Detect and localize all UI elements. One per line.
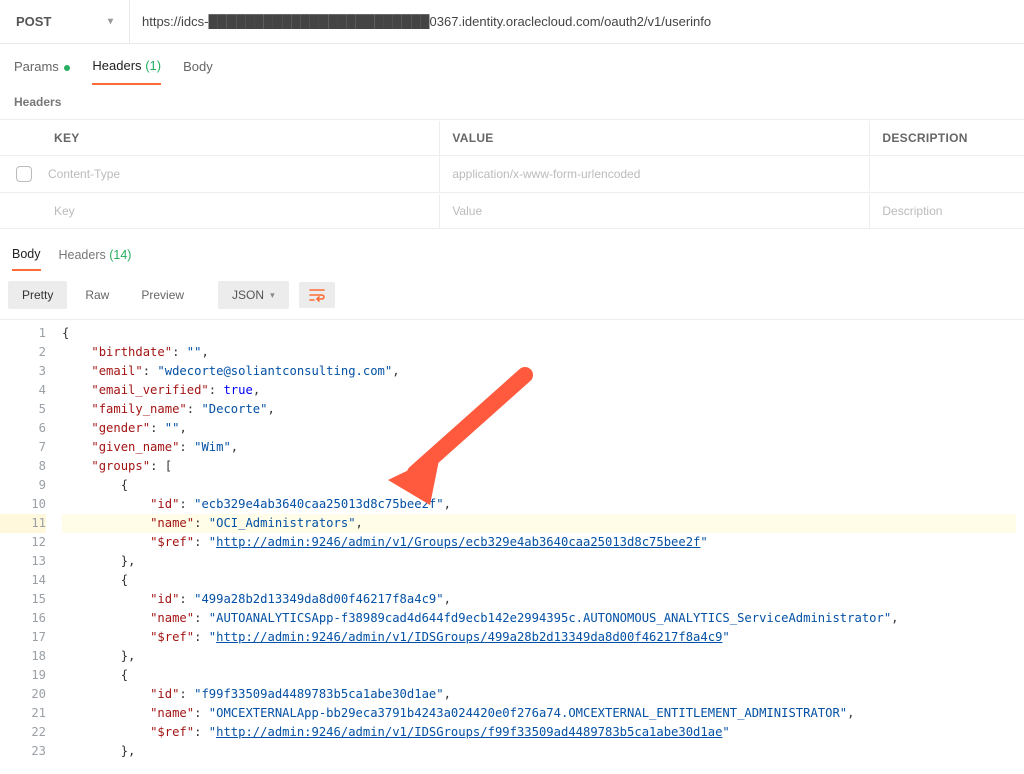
headers-section-label: Headers	[0, 85, 1024, 119]
col-description: DESCRIPTION	[870, 121, 1024, 155]
resp-tab-headers[interactable]: Headers (14)	[59, 248, 132, 270]
row-checkbox[interactable]	[16, 166, 32, 182]
request-bar: POST ▾	[0, 0, 1024, 44]
code-content[interactable]: { "birthdate": "", "email": "wdecorte@so…	[54, 320, 1024, 765]
view-preview[interactable]: Preview	[127, 281, 198, 309]
header-key-placeholder[interactable]: Key	[54, 204, 75, 218]
tab-headers[interactable]: Headers (1)	[92, 58, 161, 85]
resp-tab-body[interactable]: Body	[12, 247, 41, 271]
header-desc[interactable]	[870, 164, 1024, 184]
tab-headers-label: Headers	[92, 58, 141, 73]
format-select-label: JSON	[232, 288, 264, 302]
tab-params-label: Params	[14, 59, 59, 74]
wrap-lines-icon[interactable]	[299, 282, 335, 308]
chevron-down-icon: ▾	[270, 290, 275, 301]
resp-tab-headers-label: Headers	[59, 248, 106, 262]
header-desc-placeholder[interactable]: Description	[870, 194, 1024, 228]
url-input[interactable]	[142, 14, 1012, 29]
response-tabs: Body Headers (14)	[0, 229, 1024, 271]
http-method-select[interactable]: POST ▾	[0, 0, 130, 43]
tab-params[interactable]: Params	[14, 59, 70, 84]
header-key[interactable]: Content-Type	[48, 167, 120, 181]
tab-body[interactable]: Body	[183, 59, 213, 84]
view-pretty[interactable]: Pretty	[8, 281, 67, 309]
format-select[interactable]: JSON ▾	[218, 281, 289, 309]
header-value-placeholder[interactable]: Value	[440, 194, 870, 228]
line-gutter: 1234567891011121314151617181920212223	[0, 320, 54, 765]
headers-table: KEY VALUE DESCRIPTION Content-Type appli…	[0, 119, 1024, 229]
response-subtabs: Pretty Raw Preview JSON ▾	[0, 271, 1024, 319]
header-value[interactable]: application/x-www-form-urlencoded	[440, 157, 870, 191]
view-raw[interactable]: Raw	[71, 281, 123, 309]
header-row-new[interactable]: Key Value Description	[0, 193, 1024, 229]
header-row[interactable]: Content-Type application/x-www-form-urle…	[0, 156, 1024, 193]
response-body: 1234567891011121314151617181920212223 { …	[0, 319, 1024, 765]
tab-headers-count: (1)	[145, 58, 161, 73]
params-active-dot-icon	[64, 65, 70, 71]
request-tabs: Params Headers (1) Body	[0, 44, 1024, 85]
col-value: VALUE	[440, 121, 870, 155]
headers-table-head: KEY VALUE DESCRIPTION	[0, 120, 1024, 156]
resp-tab-headers-count: (14)	[109, 248, 131, 262]
chevron-down-icon: ▾	[108, 16, 113, 27]
col-key: KEY	[0, 121, 440, 155]
http-method-label: POST	[16, 14, 51, 29]
url-input-wrapper[interactable]	[130, 0, 1024, 43]
